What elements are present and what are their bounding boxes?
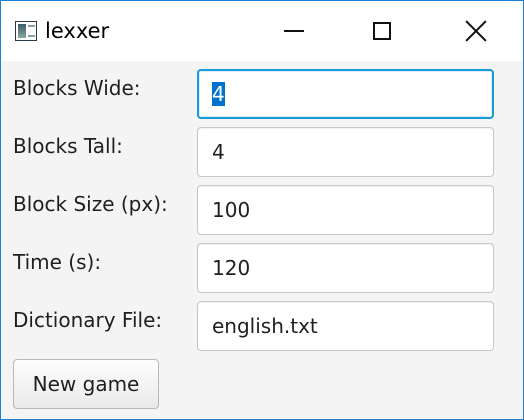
close-icon (465, 20, 487, 42)
time-label: Time (s): (13, 250, 102, 274)
new-game-button[interactable]: New game (13, 359, 159, 409)
blocks-wide-input[interactable] (197, 69, 494, 119)
minimize-icon (284, 30, 304, 32)
dictionary-file-row: Dictionary File: (1, 293, 523, 351)
time-input[interactable] (197, 243, 494, 293)
dictionary-file-input[interactable] (197, 301, 494, 351)
minimize-button[interactable] (271, 1, 317, 61)
dictionary-file-label: Dictionary File: (13, 308, 163, 332)
maximize-icon (373, 22, 391, 40)
close-button[interactable] (453, 1, 499, 61)
blocks-tall-label: Blocks Tall: (13, 134, 123, 158)
blocks-wide-label: Blocks Wide: (13, 76, 141, 100)
app-icon-lines (28, 25, 35, 37)
blocks-tall-row: Blocks Tall: (1, 119, 523, 177)
block-size-label: Block Size (px): (13, 192, 168, 216)
time-row: Time (s): (1, 235, 523, 293)
blocks-wide-row: Blocks Wide: (1, 61, 523, 119)
block-size-row: Block Size (px): (1, 177, 523, 235)
app-icon-image (18, 24, 26, 38)
window-title: lexxer (45, 19, 110, 43)
title-bar[interactable]: lexxer (1, 1, 523, 61)
block-size-input[interactable] (197, 185, 494, 235)
app-window: lexxer Blocks Wide: Blocks Tall: Block S… (0, 0, 524, 420)
app-icon (15, 21, 37, 41)
maximize-button[interactable] (359, 1, 405, 61)
blocks-tall-input[interactable] (197, 127, 494, 177)
